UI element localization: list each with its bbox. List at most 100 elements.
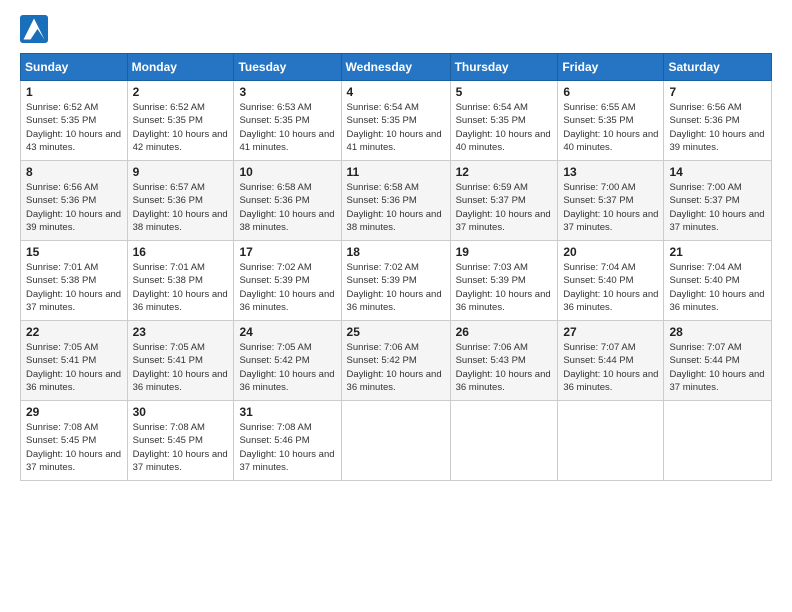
day-number: 19	[456, 245, 553, 259]
calendar-cell: 2 Sunrise: 6:52 AMSunset: 5:35 PMDayligh…	[127, 81, 234, 161]
day-info: Sunrise: 7:02 AMSunset: 5:39 PMDaylight:…	[239, 262, 334, 313]
calendar-cell: 17 Sunrise: 7:02 AMSunset: 5:39 PMDaylig…	[234, 241, 341, 321]
calendar-cell: 26 Sunrise: 7:06 AMSunset: 5:43 PMDaylig…	[450, 321, 558, 401]
day-number: 27	[563, 325, 658, 339]
day-number: 7	[669, 85, 766, 99]
day-number: 8	[26, 165, 122, 179]
week-row-2: 8 Sunrise: 6:56 AMSunset: 5:36 PMDayligh…	[21, 161, 772, 241]
calendar-cell: 4 Sunrise: 6:54 AMSunset: 5:35 PMDayligh…	[341, 81, 450, 161]
calendar-cell: 31 Sunrise: 7:08 AMSunset: 5:46 PMDaylig…	[234, 401, 341, 481]
day-number: 22	[26, 325, 122, 339]
day-number: 11	[347, 165, 445, 179]
day-info: Sunrise: 7:06 AMSunset: 5:42 PMDaylight:…	[347, 342, 442, 393]
calendar-cell: 25 Sunrise: 7:06 AMSunset: 5:42 PMDaylig…	[341, 321, 450, 401]
calendar-cell: 6 Sunrise: 6:55 AMSunset: 5:35 PMDayligh…	[558, 81, 664, 161]
day-info: Sunrise: 7:08 AMSunset: 5:45 PMDaylight:…	[26, 422, 121, 473]
day-number: 31	[239, 405, 335, 419]
day-info: Sunrise: 7:05 AMSunset: 5:42 PMDaylight:…	[239, 342, 334, 393]
day-info: Sunrise: 6:58 AMSunset: 5:36 PMDaylight:…	[239, 182, 334, 233]
logo-icon	[20, 15, 48, 43]
day-number: 23	[133, 325, 229, 339]
day-number: 10	[239, 165, 335, 179]
day-info: Sunrise: 7:05 AMSunset: 5:41 PMDaylight:…	[26, 342, 121, 393]
weekday-header-friday: Friday	[558, 54, 664, 81]
day-number: 6	[563, 85, 658, 99]
calendar-cell: 10 Sunrise: 6:58 AMSunset: 5:36 PMDaylig…	[234, 161, 341, 241]
day-info: Sunrise: 6:54 AMSunset: 5:35 PMDaylight:…	[456, 102, 551, 153]
weekday-header-saturday: Saturday	[664, 54, 772, 81]
calendar-cell: 15 Sunrise: 7:01 AMSunset: 5:38 PMDaylig…	[21, 241, 128, 321]
calendar-cell: 19 Sunrise: 7:03 AMSunset: 5:39 PMDaylig…	[450, 241, 558, 321]
week-row-5: 29 Sunrise: 7:08 AMSunset: 5:45 PMDaylig…	[21, 401, 772, 481]
weekday-header-monday: Monday	[127, 54, 234, 81]
day-number: 17	[239, 245, 335, 259]
day-number: 1	[26, 85, 122, 99]
day-number: 30	[133, 405, 229, 419]
logo	[20, 15, 52, 43]
day-info: Sunrise: 6:58 AMSunset: 5:36 PMDaylight:…	[347, 182, 442, 233]
day-info: Sunrise: 6:52 AMSunset: 5:35 PMDaylight:…	[133, 102, 228, 153]
calendar-cell: 20 Sunrise: 7:04 AMSunset: 5:40 PMDaylig…	[558, 241, 664, 321]
day-number: 3	[239, 85, 335, 99]
calendar-cell	[558, 401, 664, 481]
day-info: Sunrise: 6:53 AMSunset: 5:35 PMDaylight:…	[239, 102, 334, 153]
day-info: Sunrise: 7:08 AMSunset: 5:46 PMDaylight:…	[239, 422, 334, 473]
week-row-4: 22 Sunrise: 7:05 AMSunset: 5:41 PMDaylig…	[21, 321, 772, 401]
day-info: Sunrise: 7:05 AMSunset: 5:41 PMDaylight:…	[133, 342, 228, 393]
day-info: Sunrise: 7:07 AMSunset: 5:44 PMDaylight:…	[669, 342, 764, 393]
calendar-cell: 27 Sunrise: 7:07 AMSunset: 5:44 PMDaylig…	[558, 321, 664, 401]
calendar-cell: 21 Sunrise: 7:04 AMSunset: 5:40 PMDaylig…	[664, 241, 772, 321]
day-info: Sunrise: 7:00 AMSunset: 5:37 PMDaylight:…	[669, 182, 764, 233]
calendar-cell	[450, 401, 558, 481]
calendar-cell	[664, 401, 772, 481]
week-row-3: 15 Sunrise: 7:01 AMSunset: 5:38 PMDaylig…	[21, 241, 772, 321]
day-info: Sunrise: 6:56 AMSunset: 5:36 PMDaylight:…	[669, 102, 764, 153]
day-number: 24	[239, 325, 335, 339]
day-number: 15	[26, 245, 122, 259]
day-info: Sunrise: 7:06 AMSunset: 5:43 PMDaylight:…	[456, 342, 551, 393]
calendar-cell: 13 Sunrise: 7:00 AMSunset: 5:37 PMDaylig…	[558, 161, 664, 241]
day-number: 29	[26, 405, 122, 419]
day-number: 18	[347, 245, 445, 259]
day-info: Sunrise: 7:04 AMSunset: 5:40 PMDaylight:…	[669, 262, 764, 313]
day-info: Sunrise: 6:54 AMSunset: 5:35 PMDaylight:…	[347, 102, 442, 153]
calendar-cell: 8 Sunrise: 6:56 AMSunset: 5:36 PMDayligh…	[21, 161, 128, 241]
day-info: Sunrise: 7:03 AMSunset: 5:39 PMDaylight:…	[456, 262, 551, 313]
calendar-cell: 3 Sunrise: 6:53 AMSunset: 5:35 PMDayligh…	[234, 81, 341, 161]
day-info: Sunrise: 6:55 AMSunset: 5:35 PMDaylight:…	[563, 102, 658, 153]
header	[20, 15, 772, 43]
day-info: Sunrise: 7:07 AMSunset: 5:44 PMDaylight:…	[563, 342, 658, 393]
calendar-cell: 22 Sunrise: 7:05 AMSunset: 5:41 PMDaylig…	[21, 321, 128, 401]
calendar: SundayMondayTuesdayWednesdayThursdayFrid…	[20, 53, 772, 481]
calendar-cell: 24 Sunrise: 7:05 AMSunset: 5:42 PMDaylig…	[234, 321, 341, 401]
day-info: Sunrise: 7:01 AMSunset: 5:38 PMDaylight:…	[26, 262, 121, 313]
day-number: 2	[133, 85, 229, 99]
day-info: Sunrise: 7:01 AMSunset: 5:38 PMDaylight:…	[133, 262, 228, 313]
day-info: Sunrise: 7:04 AMSunset: 5:40 PMDaylight:…	[563, 262, 658, 313]
calendar-cell: 30 Sunrise: 7:08 AMSunset: 5:45 PMDaylig…	[127, 401, 234, 481]
calendar-cell: 18 Sunrise: 7:02 AMSunset: 5:39 PMDaylig…	[341, 241, 450, 321]
weekday-header-thursday: Thursday	[450, 54, 558, 81]
day-info: Sunrise: 6:59 AMSunset: 5:37 PMDaylight:…	[456, 182, 551, 233]
week-row-1: 1 Sunrise: 6:52 AMSunset: 5:35 PMDayligh…	[21, 81, 772, 161]
weekday-header-sunday: Sunday	[21, 54, 128, 81]
day-number: 28	[669, 325, 766, 339]
calendar-cell: 16 Sunrise: 7:01 AMSunset: 5:38 PMDaylig…	[127, 241, 234, 321]
calendar-cell	[341, 401, 450, 481]
day-number: 26	[456, 325, 553, 339]
day-info: Sunrise: 6:56 AMSunset: 5:36 PMDaylight:…	[26, 182, 121, 233]
weekday-header-wednesday: Wednesday	[341, 54, 450, 81]
page: SundayMondayTuesdayWednesdayThursdayFrid…	[0, 0, 792, 612]
day-info: Sunrise: 7:02 AMSunset: 5:39 PMDaylight:…	[347, 262, 442, 313]
day-info: Sunrise: 7:08 AMSunset: 5:45 PMDaylight:…	[133, 422, 228, 473]
day-number: 9	[133, 165, 229, 179]
day-number: 5	[456, 85, 553, 99]
calendar-cell: 7 Sunrise: 6:56 AMSunset: 5:36 PMDayligh…	[664, 81, 772, 161]
day-number: 14	[669, 165, 766, 179]
calendar-cell: 23 Sunrise: 7:05 AMSunset: 5:41 PMDaylig…	[127, 321, 234, 401]
day-number: 4	[347, 85, 445, 99]
calendar-cell: 1 Sunrise: 6:52 AMSunset: 5:35 PMDayligh…	[21, 81, 128, 161]
day-info: Sunrise: 6:52 AMSunset: 5:35 PMDaylight:…	[26, 102, 121, 153]
day-info: Sunrise: 6:57 AMSunset: 5:36 PMDaylight:…	[133, 182, 228, 233]
day-number: 25	[347, 325, 445, 339]
